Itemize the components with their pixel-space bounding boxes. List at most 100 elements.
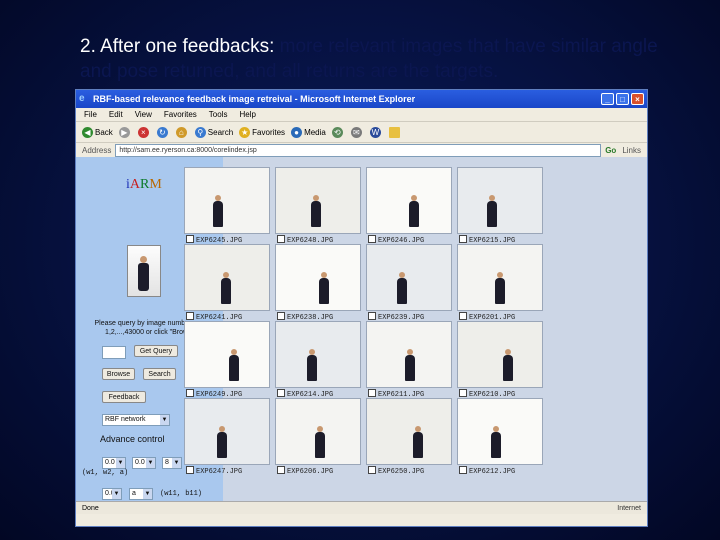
result-item: EXP6201.JPG [457,244,543,324]
result-filename: EXP6212.JPG [469,468,516,476]
forward-arrow-icon: ▶ [118,126,130,138]
result-item: EXP6245.JPG [184,167,270,247]
result-item: EXP6247.JPG [184,398,270,478]
back-arrow-icon: ◀ [82,126,93,138]
result-thumbnail[interactable] [275,321,361,388]
result-item: EXP6210.JPG [457,321,543,401]
result-checkbox[interactable] [277,466,285,474]
media-label: Media [304,127,326,137]
a-value: 8 [165,459,169,466]
result-thumbnail[interactable] [184,167,270,234]
stop-icon: × [137,126,149,138]
refresh-button[interactable]: ↻ [156,126,170,138]
menu-file[interactable]: File [84,110,97,119]
forward-button[interactable]: ▶ [118,126,132,138]
result-checkbox[interactable] [186,466,194,474]
go-button[interactable]: Go [605,146,616,155]
home-button[interactable]: ⌂ [175,126,189,138]
result-checkbox[interactable] [186,235,194,243]
image-number-input[interactable] [102,346,126,359]
window-titlebar[interactable]: e RBF-based relevance feedback image ret… [76,90,647,108]
feedback-button[interactable]: Feedback [102,391,146,403]
result-checkbox[interactable] [459,312,467,320]
window-title: RBF-based relevance feedback image retre… [93,94,416,104]
result-checkbox[interactable] [368,466,376,474]
result-thumbnail[interactable] [457,321,543,388]
menu-edit[interactable]: Edit [109,110,123,119]
a-select[interactable]: 8 ▼ [162,457,182,469]
address-input[interactable]: http://sam.ee.ryerson.ca:8000/corelindex… [115,144,602,157]
maximize-button[interactable]: □ [616,93,629,105]
internet-explorer-icon: e [79,93,85,104]
result-thumbnail[interactable] [457,244,543,311]
home-icon: ⌂ [175,126,187,138]
close-button[interactable]: × [631,93,644,105]
chevron-down-icon: ▼ [112,489,121,499]
menu-tools[interactable]: Tools [209,110,228,119]
network-select[interactable]: RBF network ▼ [102,414,170,426]
w1-select[interactable]: 0.0 ▼ [102,457,126,469]
result-checkbox[interactable] [277,312,285,320]
w2-select[interactable]: 0.0 ▼ [132,457,156,469]
media-button[interactable]: ● Media [291,126,326,138]
result-checkbox[interactable] [459,466,467,474]
links-button[interactable]: Links [622,146,641,155]
word-icon: W [369,126,381,138]
result-thumbnail[interactable] [184,398,270,465]
result-checkbox[interactable] [186,389,194,397]
result-thumbnail[interactable] [275,167,361,234]
alpha-value: a [132,490,136,497]
menu-favorites[interactable]: Favorites [164,110,197,119]
result-thumbnail[interactable] [457,398,543,465]
result-checkbox[interactable] [277,235,285,243]
result-thumbnail[interactable] [275,398,361,465]
result-thumbnail[interactable] [457,167,543,234]
result-thumbnail[interactable] [366,167,452,234]
menu-view[interactable]: View [135,110,152,119]
result-item: EXP6250.JPG [366,398,452,478]
result-item: EXP6214.JPG [275,321,361,401]
history-icon: ⟲ [331,126,343,138]
weights-label: (w1, w2, a) [82,469,129,477]
result-thumbnail[interactable] [184,321,270,388]
result-item: EXP6211.JPG [366,321,452,401]
result-checkbox[interactable] [459,389,467,397]
results-grid: EXP6245.JPG EXP6248.JPG EXP6246.JPG EXP6215… [184,157,647,514]
toolbar: ◀ Back ▶ × ↻ ⌂ ⚲ Search ★ Favorites ● Me… [76,122,647,143]
result-checkbox[interactable] [368,312,376,320]
result-checkbox[interactable] [459,235,467,243]
result-thumbnail[interactable] [366,244,452,311]
edit-button[interactable]: W [369,126,383,138]
get-query-button[interactable]: Get Query [134,345,178,357]
search-toolbar-label: Search [207,127,234,137]
result-thumbnail[interactable] [275,244,361,311]
history-button[interactable]: ⟲ [331,126,345,138]
page-content: iARM Please query by image number, e.g.,… [76,157,647,514]
chevron-down-icon: ▼ [146,458,155,468]
advance-control-label: Advance control [100,434,165,444]
menu-help[interactable]: Help [239,110,255,119]
folder-button[interactable] [388,126,402,138]
favorites-label: Favorites [252,127,286,137]
alpha-select[interactable]: a ▼ [129,488,153,500]
result-checkbox[interactable] [368,235,376,243]
result-checkbox[interactable] [186,312,194,320]
mail-button[interactable]: ✉ [350,126,364,138]
w1-value: 0.0 [105,459,115,466]
browse-button[interactable]: Browse [102,368,135,380]
result-checkbox[interactable] [277,389,285,397]
search-button[interactable]: ⚲ Search [194,126,234,138]
minimize-button[interactable]: _ [601,93,614,105]
stop-button[interactable]: × [137,126,151,138]
w11-select[interactable]: 0.0 ▼ [102,488,122,500]
result-thumbnail[interactable] [184,244,270,311]
status-text: Done [82,504,99,512]
back-button[interactable]: ◀ Back [82,126,113,138]
slide-title: 2. After one feedbacks: more relevant im… [80,34,680,84]
search-button[interactable]: Search [143,368,176,380]
result-thumbnail[interactable] [366,398,452,465]
favorites-button[interactable]: ★ Favorites [239,126,286,138]
result-thumbnail[interactable] [366,321,452,388]
result-checkbox[interactable] [368,389,376,397]
result-item: EXP6248.JPG [275,167,361,247]
